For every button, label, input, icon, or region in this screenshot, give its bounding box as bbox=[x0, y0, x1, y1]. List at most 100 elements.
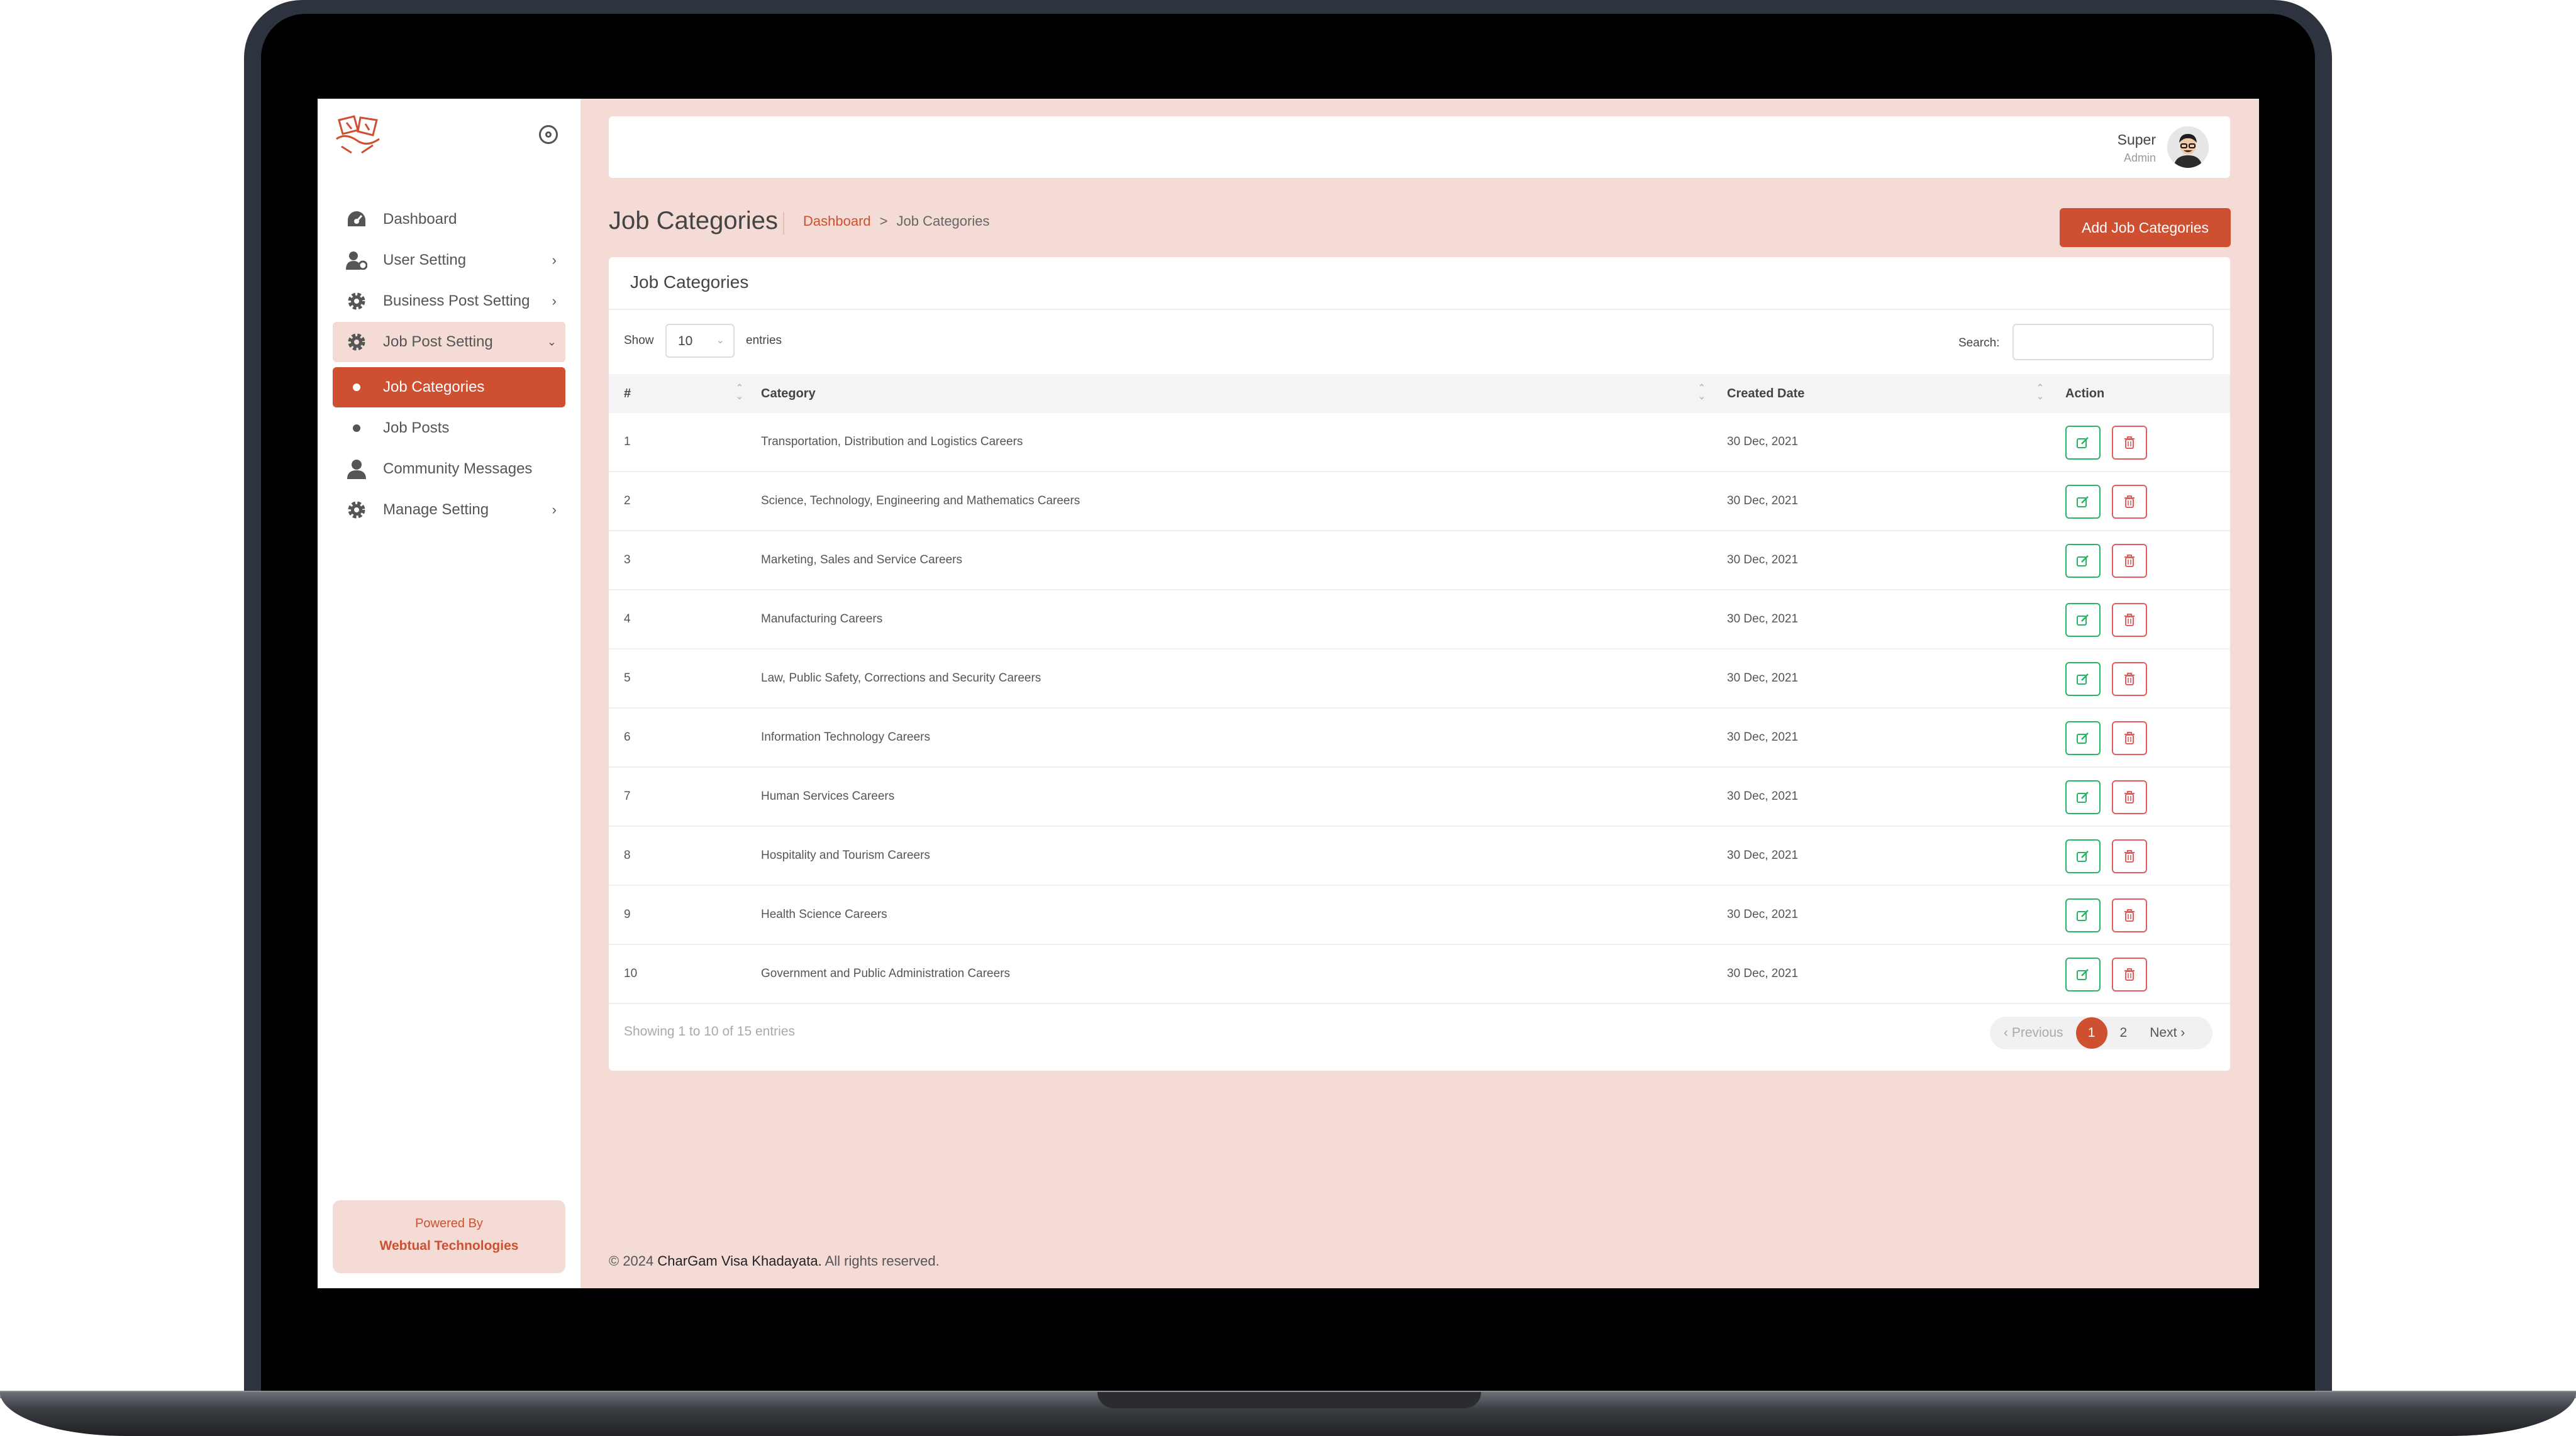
edit-button[interactable] bbox=[2065, 721, 2101, 755]
table-row: 7 Human Services Careers 30 Dec, 2021 bbox=[609, 768, 2230, 827]
gear-icon bbox=[345, 499, 368, 521]
search-input[interactable] bbox=[2012, 324, 2214, 360]
dashboard-icon bbox=[345, 208, 368, 231]
sidebar-item-job-categories[interactable]: Job Categories bbox=[333, 367, 565, 407]
delete-button[interactable] bbox=[2112, 603, 2147, 637]
delete-button[interactable] bbox=[2112, 426, 2147, 460]
delete-button[interactable] bbox=[2112, 958, 2147, 991]
sidebar-item-business-post-setting[interactable]: Business Post Setting › bbox=[333, 281, 565, 321]
table-row: 10 Government and Public Administration C… bbox=[609, 945, 2230, 1004]
page-size-select[interactable]: 10 ⌄ bbox=[665, 324, 735, 358]
delete-button[interactable] bbox=[2112, 544, 2147, 578]
row-created-date: 30 Dec, 2021 bbox=[1727, 849, 1799, 862]
delete-button[interactable] bbox=[2112, 780, 2147, 814]
delete-button[interactable] bbox=[2112, 662, 2147, 696]
sidebar-toggle-icon[interactable] bbox=[539, 125, 558, 144]
edit-icon bbox=[2076, 495, 2090, 509]
edit-button[interactable] bbox=[2065, 544, 2101, 578]
edit-icon bbox=[2076, 436, 2090, 450]
delete-button[interactable] bbox=[2112, 898, 2147, 932]
edit-button[interactable] bbox=[2065, 780, 2101, 814]
avatar[interactable] bbox=[2167, 126, 2209, 168]
column-header-action: Action bbox=[2065, 387, 2105, 400]
edit-icon bbox=[2076, 790, 2090, 804]
user-role: Admin bbox=[2123, 152, 2156, 164]
app-screen: Dashboard User Setting › Business Post S… bbox=[318, 99, 2259, 1288]
sidebar-item-label: Manage Setting bbox=[383, 501, 489, 518]
powered-by-company-link[interactable]: Webtual Technologies bbox=[333, 1239, 565, 1254]
edit-icon bbox=[2076, 849, 2090, 863]
sidebar-item-label: Job Posts bbox=[383, 419, 450, 436]
delete-button[interactable] bbox=[2112, 485, 2147, 519]
card-title: Job Categories bbox=[630, 272, 749, 292]
trash-icon bbox=[2123, 790, 2136, 804]
row-number: 6 bbox=[624, 731, 631, 744]
edit-button[interactable] bbox=[2065, 839, 2101, 873]
pagination-page-2[interactable]: 2 bbox=[2120, 1025, 2128, 1041]
sort-icon[interactable]: ⌃ ⌄ bbox=[2036, 383, 2044, 400]
bullet-icon bbox=[345, 417, 368, 439]
row-created-date: 30 Dec, 2021 bbox=[1727, 731, 1799, 744]
column-header-created-date[interactable]: Created Date bbox=[1727, 387, 1804, 401]
trash-icon bbox=[2123, 495, 2136, 509]
table-info: Showing 1 to 10 of 15 entries bbox=[624, 1024, 796, 1039]
laptop-notch bbox=[1097, 1392, 1481, 1408]
row-number: 3 bbox=[624, 553, 631, 566]
user-gear-icon bbox=[345, 249, 368, 272]
pagination: ‹ Previous 1 2 Next › bbox=[1990, 1017, 2212, 1049]
row-created-date: 30 Dec, 2021 bbox=[1727, 435, 1799, 448]
row-category: Transportation, Distribution and Logisti… bbox=[761, 435, 1023, 448]
chevron-right-icon: › bbox=[552, 252, 557, 268]
sidebar-item-user-setting[interactable]: User Setting › bbox=[333, 240, 565, 280]
chevron-right-icon: › bbox=[552, 502, 557, 517]
column-header-category[interactable]: Category bbox=[761, 387, 816, 401]
sidebar-item-manage-setting[interactable]: Manage Setting › bbox=[333, 490, 565, 530]
edit-button[interactable] bbox=[2065, 426, 2101, 460]
delete-button[interactable] bbox=[2112, 839, 2147, 873]
edit-icon bbox=[2076, 613, 2090, 627]
sidebar-item-label: Dashboard bbox=[383, 211, 457, 228]
table-row: 6 Information Technology Careers 30 Dec, 2… bbox=[609, 709, 2230, 768]
sidebar-item-job-post-setting[interactable]: Job Post Setting ⌄ bbox=[333, 322, 565, 362]
edit-button[interactable] bbox=[2065, 958, 2101, 991]
user-name[interactable]: Super bbox=[2118, 131, 2156, 148]
breadcrumb-dashboard-link[interactable]: Dashboard bbox=[803, 213, 871, 229]
chevron-down-icon: ⌄ bbox=[716, 335, 724, 346]
row-number: 4 bbox=[624, 612, 631, 626]
edit-icon bbox=[2076, 731, 2090, 745]
edit-button[interactable] bbox=[2065, 603, 2101, 637]
delete-button[interactable] bbox=[2112, 721, 2147, 755]
sidebar-item-job-posts[interactable]: Job Posts bbox=[333, 408, 565, 448]
table-row: 9 Health Science Careers 30 Dec, 2021 bbox=[609, 886, 2230, 945]
search-label: Search: bbox=[1958, 336, 2000, 350]
row-created-date: 30 Dec, 2021 bbox=[1727, 967, 1799, 980]
sort-icon[interactable]: ⌃ ⌄ bbox=[1698, 383, 1706, 400]
row-number: 2 bbox=[624, 494, 631, 507]
sidebar-item-label: User Setting bbox=[383, 251, 467, 268]
row-number: 10 bbox=[624, 967, 638, 980]
title-divider bbox=[783, 212, 784, 235]
card-divider bbox=[609, 309, 2230, 310]
copyright-brand[interactable]: CharGam Visa Khadayata. bbox=[657, 1253, 821, 1269]
add-job-categories-button[interactable]: Add Job Categories bbox=[2060, 208, 2231, 247]
column-header-number[interactable]: # bbox=[624, 387, 631, 401]
row-category: Health Science Careers bbox=[761, 908, 887, 921]
edit-button[interactable] bbox=[2065, 485, 2101, 519]
sort-icon[interactable]: ⌃ ⌄ bbox=[736, 383, 743, 400]
row-category: Information Technology Careers bbox=[761, 731, 930, 744]
row-number: 8 bbox=[624, 849, 631, 862]
pagination-page-1[interactable]: 1 bbox=[2075, 1017, 2107, 1049]
pagination-next[interactable]: Next › bbox=[2150, 1025, 2185, 1041]
sidebar-item-dashboard[interactable]: Dashboard bbox=[333, 199, 565, 240]
brand-logo-icon[interactable] bbox=[333, 111, 383, 158]
user-icon bbox=[345, 458, 368, 480]
sidebar-item-label: Community Messages bbox=[383, 460, 533, 477]
chevron-down-icon: ⌄ bbox=[547, 335, 557, 348]
edit-button[interactable] bbox=[2065, 898, 2101, 932]
table-row: 4 Manufacturing Careers 30 Dec, 2021 bbox=[609, 590, 2230, 649]
sidebar-item-community-messages[interactable]: Community Messages bbox=[333, 449, 565, 489]
row-number: 5 bbox=[624, 671, 631, 685]
trash-icon bbox=[2123, 672, 2136, 686]
pagination-previous[interactable]: ‹ Previous bbox=[2004, 1025, 2063, 1041]
edit-button[interactable] bbox=[2065, 662, 2101, 696]
